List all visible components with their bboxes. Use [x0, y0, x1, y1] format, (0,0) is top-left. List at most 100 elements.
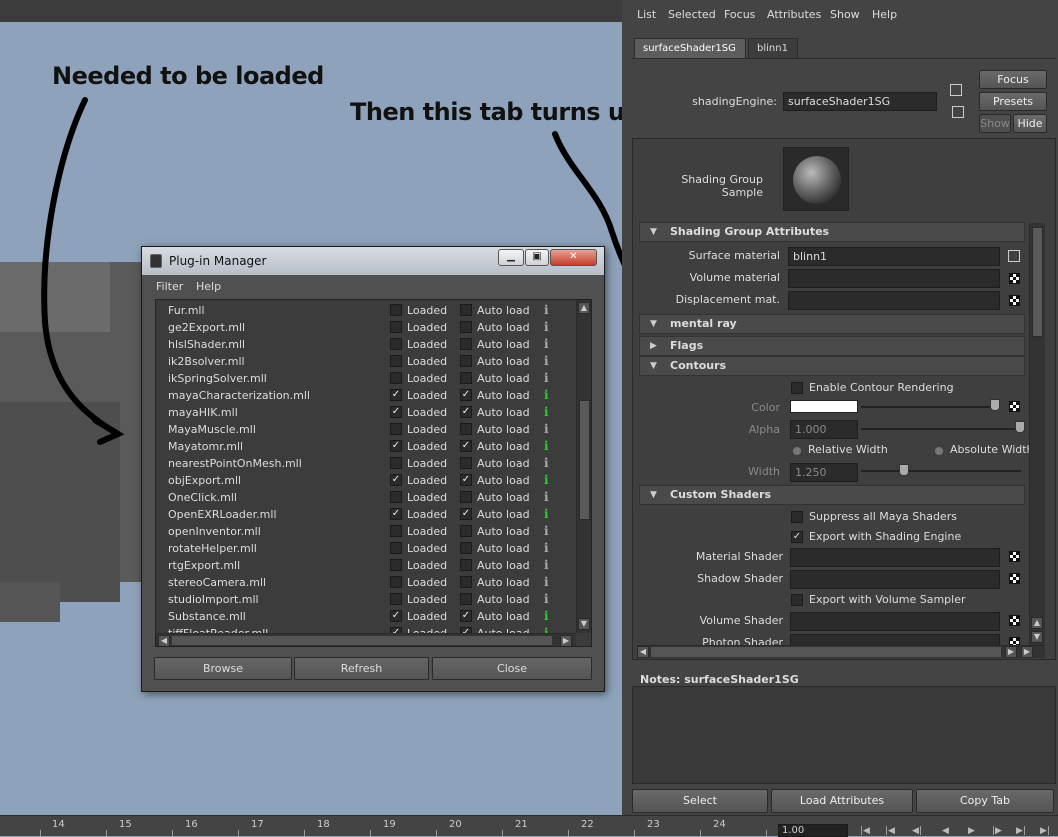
step-forward-icon[interactable]: ▶| — [1016, 826, 1026, 836]
contour-width-slider[interactable] — [861, 470, 1021, 472]
info-icon[interactable]: i — [544, 439, 549, 453]
copy-tab-button[interactable]: Copy Tab — [916, 789, 1054, 813]
menu-help[interactable]: Help — [872, 8, 897, 21]
surface-material-connect-icon[interactable] — [1008, 250, 1020, 262]
info-icon[interactable]: i — [544, 422, 549, 436]
loaded-checkbox[interactable]: ✓ — [390, 610, 402, 622]
autoload-checkbox[interactable] — [460, 576, 472, 588]
shadow-shader-field[interactable] — [790, 570, 1000, 589]
menu-show[interactable]: Show — [830, 8, 860, 21]
menu-attributes[interactable]: Attributes — [767, 8, 821, 21]
info-icon[interactable]: i — [544, 320, 549, 334]
scroll-right-arrow-icon-b[interactable]: ▶ — [1021, 646, 1033, 658]
autoload-checkbox[interactable] — [460, 457, 472, 469]
hide-button[interactable]: Hide — [1013, 114, 1047, 133]
autoload-checkbox[interactable] — [460, 338, 472, 350]
autoload-checkbox[interactable]: ✓ — [460, 610, 472, 622]
info-icon[interactable]: i — [544, 371, 549, 385]
go-to-start-icon[interactable]: |◀ — [860, 826, 870, 836]
loaded-checkbox[interactable] — [390, 559, 402, 571]
plugin-list[interactable]: Fur.mll Loaded Auto load i ge2Export.mll Load… — [155, 299, 592, 647]
contour-alpha-slider[interactable] — [861, 428, 1021, 430]
next-key-icon[interactable]: |▶ — [992, 826, 1002, 836]
dialog-menu-filter[interactable]: Filter — [156, 280, 183, 293]
autoload-checkbox[interactable]: ✓ — [460, 440, 472, 452]
scroll-up-arrow-icon[interactable]: ▲ — [1031, 617, 1043, 629]
prev-key-icon[interactable]: ◀| — [912, 826, 922, 836]
loaded-checkbox[interactable] — [390, 491, 402, 503]
section-custom-shaders[interactable]: ▼ Custom Shaders — [639, 485, 1025, 505]
autoload-checkbox[interactable]: ✓ — [460, 474, 472, 486]
plugin-scroll-left-icon[interactable]: ◀ — [158, 635, 170, 646]
section-contours[interactable]: ▼ Contours — [639, 356, 1025, 376]
info-icon[interactable]: i — [544, 337, 549, 351]
plugin-scroll-thumb[interactable] — [579, 400, 590, 520]
shadow-shader-map-icon[interactable] — [1009, 573, 1020, 584]
minimize-icon[interactable]: ▁ — [498, 249, 524, 266]
contour-alpha-field[interactable]: 1.000 — [790, 420, 858, 439]
info-icon[interactable]: i — [544, 609, 549, 623]
info-icon[interactable]: i — [544, 354, 549, 368]
plugin-list-horizontal-scrollbar[interactable]: ◀ ▶ — [156, 633, 576, 646]
info-icon[interactable]: i — [544, 592, 549, 606]
autoload-checkbox[interactable] — [460, 372, 472, 384]
dialog-title-bar[interactable]: Plug-in Manager ▁ ▣ ✕ — [142, 247, 604, 275]
step-back-icon[interactable]: |◀ — [885, 826, 895, 836]
loaded-checkbox[interactable]: ✓ — [390, 440, 402, 452]
section-mental-ray[interactable]: ▼ mental ray — [639, 314, 1025, 334]
section-shading-group-attributes[interactable]: ▼ Shading Group Attributes — [639, 222, 1025, 242]
loaded-checkbox[interactable] — [390, 525, 402, 537]
loaded-checkbox[interactable] — [390, 593, 402, 605]
autoload-checkbox[interactable] — [460, 423, 472, 435]
info-icon[interactable]: i — [544, 524, 549, 538]
refresh-button[interactable]: Refresh — [294, 657, 429, 680]
select-button[interactable]: Select — [632, 789, 768, 813]
attribute-vertical-scrollbar[interactable] — [1029, 223, 1045, 645]
horizontal-scroll-thumb[interactable] — [651, 647, 1001, 657]
info-icon[interactable]: i — [544, 473, 549, 487]
info-icon[interactable]: i — [544, 541, 549, 555]
absolute-width-radio[interactable] — [935, 447, 943, 455]
autoload-checkbox[interactable] — [460, 542, 472, 554]
plugin-scroll-down-icon[interactable]: ▼ — [578, 618, 590, 630]
contour-color-slider[interactable] — [861, 406, 997, 408]
section-flags[interactable]: ▶ Flags — [639, 336, 1025, 356]
loaded-checkbox[interactable] — [390, 372, 402, 384]
autoload-checkbox[interactable] — [460, 304, 472, 316]
contour-width-field[interactable]: 1.250 — [790, 463, 858, 482]
export-shading-engine-checkbox[interactable]: ✓ — [791, 531, 803, 543]
autoload-checkbox[interactable] — [460, 559, 472, 571]
autoload-checkbox[interactable] — [460, 525, 472, 537]
loaded-checkbox[interactable]: ✓ — [390, 508, 402, 520]
volume-shader-map-icon[interactable] — [1009, 615, 1020, 626]
autoload-checkbox[interactable] — [460, 491, 472, 503]
close-button[interactable]: Close — [432, 657, 592, 680]
info-icon[interactable]: i — [544, 388, 549, 402]
autoload-checkbox[interactable]: ✓ — [460, 508, 472, 520]
tab-surfaceshader1sg[interactable]: surfaceShader1SG — [634, 38, 746, 58]
autoload-checkbox[interactable] — [460, 593, 472, 605]
material-shader-field[interactable] — [790, 548, 1000, 567]
close-icon[interactable]: ✕ — [550, 249, 597, 266]
info-icon[interactable]: i — [544, 490, 549, 504]
plugin-hscroll-thumb[interactable] — [172, 636, 552, 645]
scroll-right-arrow-icon-a[interactable]: ▶ — [1005, 646, 1017, 658]
loaded-checkbox[interactable] — [390, 338, 402, 350]
suppress-maya-shaders-checkbox[interactable] — [791, 511, 803, 523]
presets-button[interactable]: Presets — [979, 92, 1047, 111]
time-slider[interactable]: 14 15 16 17 18 19 20 21 22 23 24 1.00 |◀… — [0, 815, 1058, 837]
info-icon[interactable]: i — [544, 405, 549, 419]
plugin-scroll-right-icon[interactable]: ▶ — [560, 635, 572, 646]
play-forward-icon[interactable]: ▶ — [968, 826, 975, 836]
info-icon[interactable]: i — [544, 558, 549, 572]
volume-material-field[interactable] — [788, 269, 1000, 288]
loaded-checkbox[interactable]: ✓ — [390, 474, 402, 486]
volume-material-map-icon[interactable] — [1009, 273, 1020, 284]
shading-engine-field[interactable]: surfaceShader1SG — [783, 92, 937, 111]
contour-width-slider-knob[interactable] — [899, 464, 909, 476]
loaded-checkbox[interactable] — [390, 457, 402, 469]
contour-color-slider-knob[interactable] — [990, 399, 1000, 411]
plugin-list-vertical-scrollbar[interactable]: ▲ ▼ — [576, 300, 591, 633]
play-back-icon[interactable]: ◀ — [942, 826, 949, 836]
scroll-down-arrow-icon[interactable]: ▼ — [1031, 631, 1043, 643]
